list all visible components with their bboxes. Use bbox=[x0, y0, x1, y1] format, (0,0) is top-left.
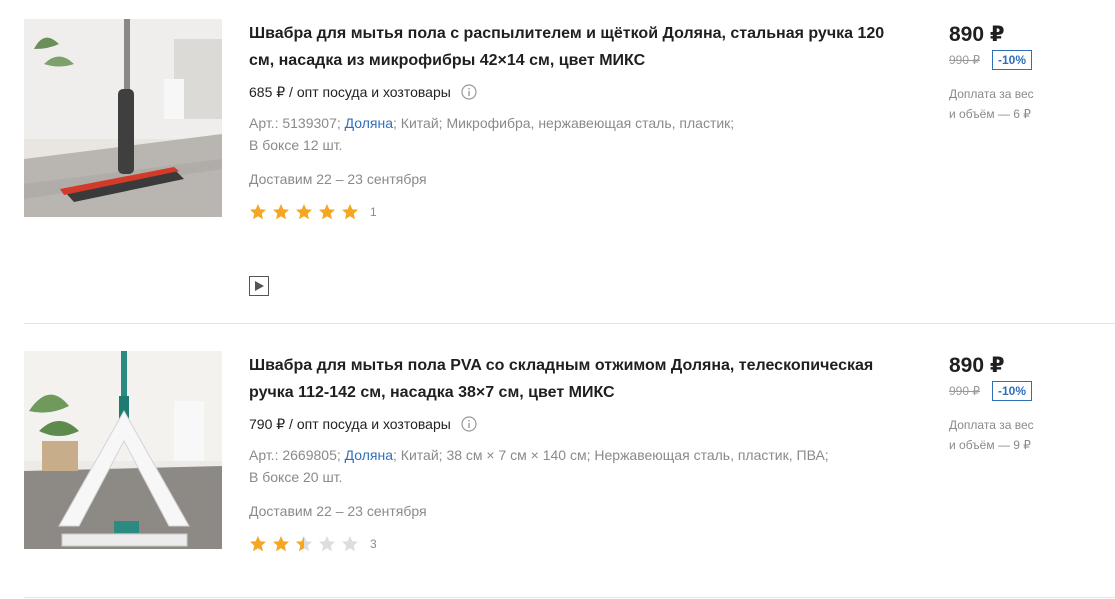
info-icon[interactable] bbox=[461, 84, 477, 100]
price-block: 890 ₽ 990 ₽ -10% Доплата за вес и объём … bbox=[949, 353, 1089, 455]
opt-price: 685 ₽ / опт посуда и хозтовары bbox=[249, 84, 451, 100]
country: ; Китай; bbox=[393, 115, 443, 131]
product-card: Швабра для мытья пола с распылителем и щ… bbox=[0, 0, 1115, 323]
play-icon bbox=[255, 281, 264, 291]
old-price-row: 990 ₽ -10% bbox=[949, 50, 1089, 70]
info-icon[interactable] bbox=[461, 416, 477, 432]
opt-price: 790 ₽ / опт посуда и хозтовары bbox=[249, 416, 451, 432]
rating[interactable]: 1 bbox=[249, 202, 889, 222]
rating[interactable]: 3 bbox=[249, 534, 889, 554]
product-info: Швабра для мытья пола с распылителем и щ… bbox=[249, 20, 889, 222]
star-icon bbox=[342, 204, 358, 220]
star-icon bbox=[250, 204, 266, 220]
materials: 38 см × 7 см × 140 см; Нержавеющая сталь… bbox=[446, 447, 829, 463]
surcharge-line-2: и объём — 9 ₽ bbox=[949, 438, 1031, 452]
star-icon bbox=[342, 536, 358, 552]
star-icon bbox=[319, 204, 335, 220]
delivery-date: Доставим 22 – 23 сентября bbox=[249, 171, 427, 187]
star-icon bbox=[296, 536, 312, 552]
star-icon bbox=[273, 204, 289, 220]
article-number: Арт.: 5139307; bbox=[249, 115, 341, 131]
old-price: 990 ₽ bbox=[949, 53, 980, 67]
delivery-date: Доставим 22 – 23 сентября bbox=[249, 503, 427, 519]
product-meta: Арт.: 5139307; Доляна; Китай; Микрофибра… bbox=[249, 112, 889, 156]
price: 890 ₽ bbox=[949, 23, 1005, 46]
opt-price-line: 790 ₽ / опт посуда и хозтовары bbox=[249, 414, 889, 434]
brand-link[interactable]: Доляна bbox=[345, 447, 393, 463]
country: ; Китай; bbox=[393, 447, 443, 463]
surcharge-note: Доплата за вес и объём — 6 ₽ bbox=[949, 84, 1089, 124]
box-quantity: В боксе 20 шт. bbox=[249, 469, 343, 485]
review-count[interactable]: 1 bbox=[370, 205, 377, 219]
product-image[interactable] bbox=[24, 351, 222, 549]
star-icon bbox=[250, 536, 266, 552]
opt-price-line: 685 ₽ / опт посуда и хозтовары bbox=[249, 82, 889, 102]
materials: Микрофибра, нержавеющая сталь, пластик; bbox=[446, 115, 735, 131]
brand-link[interactable]: Доляна bbox=[345, 115, 393, 131]
discount-badge: -10% bbox=[992, 50, 1033, 70]
star-icon bbox=[319, 536, 335, 552]
discount-badge: -10% bbox=[992, 381, 1033, 401]
surcharge-line-2: и объём — 6 ₽ bbox=[949, 107, 1031, 121]
price: 890 ₽ bbox=[949, 354, 1005, 377]
divider bbox=[24, 597, 1115, 598]
review-count[interactable]: 3 bbox=[370, 537, 377, 551]
product-info: Швабра для мытья пола PVA со складным от… bbox=[249, 352, 889, 554]
product-title[interactable]: Швабра для мытья пола с распылителем и щ… bbox=[249, 20, 889, 74]
star-icon bbox=[273, 536, 289, 552]
surcharge-note: Доплата за вес и объём — 9 ₽ bbox=[949, 415, 1089, 455]
article-number: Арт.: 2669805; bbox=[249, 447, 341, 463]
old-price: 990 ₽ bbox=[949, 384, 980, 398]
rating-stars bbox=[249, 535, 364, 553]
box-quantity: В боксе 12 шт. bbox=[249, 137, 343, 153]
product-image[interactable] bbox=[24, 19, 222, 217]
surcharge-line-1: Доплата за вес bbox=[949, 418, 1034, 432]
rating-stars bbox=[249, 203, 364, 221]
product-meta: Арт.: 2669805; Доляна; Китай; 38 см × 7 … bbox=[249, 444, 889, 488]
surcharge-line-1: Доплата за вес bbox=[949, 87, 1034, 101]
product-card: Швабра для мытья пола PVA со складным от… bbox=[0, 324, 1115, 598]
price-block: 890 ₽ 990 ₽ -10% Доплата за вес и объём … bbox=[949, 22, 1089, 124]
old-price-row: 990 ₽ -10% bbox=[949, 381, 1089, 401]
star-icon bbox=[296, 204, 312, 220]
play-video-button[interactable] bbox=[249, 276, 269, 296]
product-title[interactable]: Швабра для мытья пола PVA со складным от… bbox=[249, 352, 889, 406]
